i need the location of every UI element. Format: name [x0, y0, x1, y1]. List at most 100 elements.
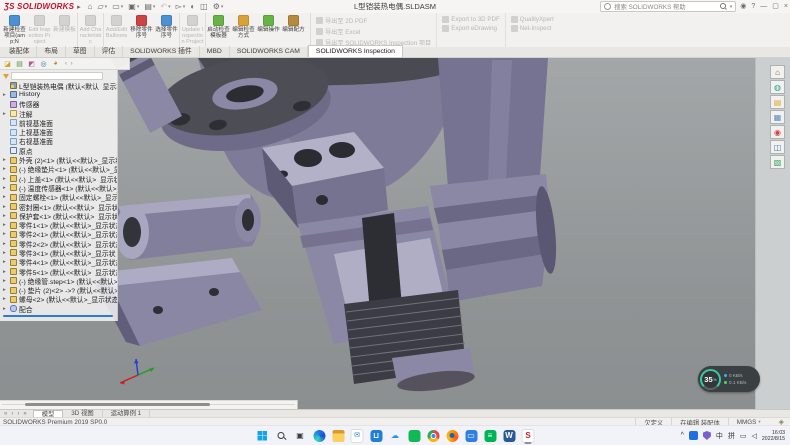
toolbar-expand-arrow[interactable]: ▸ [77, 3, 81, 11]
help-button[interactable]: ? [751, 2, 755, 11]
tab-sketch[interactable]: 草图 [66, 46, 95, 57]
expand-arrow-icon[interactable] [3, 204, 8, 210]
chrome-icon[interactable] [427, 429, 440, 442]
expand-arrow-icon[interactable] [3, 287, 8, 293]
displaymanager-tab[interactable]: ◕ [51, 59, 60, 68]
home-button[interactable]: ⌂▾ [87, 3, 94, 11]
expand-arrow-icon[interactable] [3, 92, 8, 98]
expand-arrow-icon[interactable] [3, 111, 8, 117]
start-button[interactable] [256, 429, 269, 442]
net-inspect-button[interactable]: Net-Inspect [511, 25, 554, 32]
remove-balloons-button[interactable]: 移除零件序号 [129, 13, 154, 47]
expand-arrow-icon[interactable] [3, 296, 8, 302]
tree-item[interactable]: (-) 上盖<1> (默认<<默认>_显示状 [0, 174, 117, 183]
export-edrawing-button[interactable]: Export eDrawing [442, 25, 500, 32]
open-button[interactable]: ▭▾ [111, 3, 124, 11]
resources-tab[interactable]: ⌂ [770, 65, 785, 79]
tab-mbd[interactable]: MBD [200, 46, 230, 57]
tree-filter-input[interactable] [11, 72, 103, 80]
configurationmanager-tab[interactable]: ◩ [27, 59, 36, 68]
tab-assembly[interactable]: 装配体 [2, 46, 37, 57]
orange-browser-icon[interactable] [446, 429, 459, 442]
tab-inspection[interactable]: SOLIDWORKS Inspection [308, 45, 403, 57]
task-view-button[interactable]: ▣ [294, 429, 307, 442]
tree-item[interactable]: 右视基准面 [0, 137, 117, 146]
expand-arrow-icon[interactable] [3, 259, 8, 265]
restore-button[interactable]: ▢ [772, 2, 779, 11]
tree-item[interactable]: 密封圈<1> (默认<<默认>_显示状 [0, 202, 117, 211]
print-button[interactable]: ▤▾ [143, 3, 156, 11]
taskbar-clock[interactable]: 16:03 2022/8/15 [762, 430, 785, 442]
tree-horizontal-scrollbar[interactable] [0, 400, 298, 409]
tree-item[interactable]: L型铠装热电偶 (默认<默认_显示状态-1 [0, 81, 117, 90]
edit-recipe-button[interactable]: 编辑配方 [281, 13, 306, 47]
appearances-tab[interactable]: ◉ [770, 125, 785, 139]
save-button[interactable]: ▣▾ [127, 3, 140, 11]
edit-operation-button[interactable]: 编辑操作 [256, 13, 281, 47]
expand-arrow-icon[interactable] [3, 278, 8, 284]
expand-arrow-icon[interactable] [3, 250, 8, 256]
help-search-box[interactable]: 搜索 SOLIDWORKS 帮助 ▾ [600, 1, 736, 12]
ime-mode-indicator[interactable]: 中 [716, 431, 723, 441]
volume-icon[interactable]: ◁ [752, 432, 757, 440]
onedrive-icon[interactable]: ☁ [389, 429, 402, 442]
tree-item[interactable]: 配合 [0, 304, 117, 313]
dimxpertmanager-tab[interactable]: ◎ [39, 59, 48, 68]
select-button[interactable]: ▻▾ [175, 3, 187, 11]
edit-inspection-method-button[interactable]: 编辑检查方式 [231, 13, 256, 47]
store-icon[interactable]: ⊔ [370, 429, 383, 442]
tree-item[interactable]: 前视基准面 [0, 118, 117, 127]
tree-item[interactable]: (-) 绝缘垫片<1> (默认<<默认>_显 [0, 165, 117, 174]
tab-addins[interactable]: SOLIDWORKS 插件 [123, 46, 200, 57]
export-3d-pdf-button[interactable]: Export to 3D PDF [442, 16, 500, 23]
graphics-area[interactable]: ◪▤◩◎◕ ‹ › L型铠装热电偶 (默认<默认_显示状态-1 [0, 58, 790, 409]
expand-arrow-icon[interactable] [3, 194, 8, 200]
performance-widget[interactable]: 35% 0 KB/s 0.1 KB/s [698, 366, 760, 392]
minimize-button[interactable]: — [760, 2, 767, 11]
tray-expand-icon[interactable]: ^ [681, 432, 684, 439]
search-dropdown-icon[interactable]: ▾ [730, 4, 733, 10]
expand-arrow-icon[interactable] [3, 157, 8, 163]
export-2d-pdf-button[interactable]: 导出至 2D PDF [316, 16, 431, 25]
tab-evaluate[interactable]: 评估 [95, 46, 124, 57]
expand-arrow-icon[interactable] [3, 241, 8, 247]
remote-desktop-icon[interactable]: ▭ [465, 429, 478, 442]
tree-item[interactable]: 注解 [0, 109, 117, 118]
show-hide-items-button[interactable]: ◐▾ [189, 3, 196, 11]
expand-arrow-icon[interactable] [3, 231, 8, 237]
edit-inspection-project-button[interactable]: Edit Inspection Project [27, 13, 52, 47]
options-button[interactable]: ⚙▾ [212, 3, 225, 11]
tree-item[interactable]: (-) 温度传感器<1> (默认<<默认>_ [0, 183, 117, 192]
expand-arrow-icon[interactable] [3, 176, 8, 182]
file-explorer-icon[interactable] [332, 429, 345, 442]
undo-button[interactable]: ↶▾ [159, 3, 171, 11]
ime-scheme-indicator[interactable]: 拼 [728, 431, 735, 441]
tree-item[interactable]: 零件2<2> (默认<<默认>_显示状态 [0, 239, 117, 248]
new-template-button[interactable]: 新建模板 [52, 13, 77, 47]
expand-arrow-icon[interactable] [3, 269, 8, 275]
security-shield-icon[interactable] [703, 431, 711, 440]
scrollbar-thumb[interactable] [25, 403, 210, 406]
tree-item[interactable]: 零件4<1> (默认<<默认>_显示状态 [0, 258, 117, 267]
tree-item[interactable]: 原点 [0, 146, 117, 155]
green-app-icon[interactable] [408, 429, 421, 442]
display-settings-button[interactable]: ◫▾ [199, 3, 209, 11]
tree-item[interactable]: 零件1<1> (默认<<默认>_显示状态 [0, 220, 117, 229]
tree-item[interactable]: 固定螺栓<1> (默认<<默认>_显示 [0, 193, 117, 202]
edge-icon[interactable] [313, 429, 326, 442]
tree-item[interactable]: History [0, 90, 117, 99]
forum-tab[interactable]: ▧ [770, 155, 785, 169]
tree-item[interactable]: (-) 垫片 (2)<2> ->? (默认<<默认> [0, 286, 117, 295]
update-inspection-project-button[interactable]: Update Inspection Project [179, 13, 205, 47]
cast-display-icon[interactable]: ▭ [740, 432, 747, 440]
pane-tab-scroll-arrows[interactable]: ‹ › [65, 61, 74, 67]
export-excel-button[interactable]: 导出至 Excel [316, 27, 431, 36]
tree-item[interactable]: 零件5<1> (默认<<默认>_显示状态 [0, 267, 117, 276]
add-characteristic-button[interactable]: Add Characteristic [77, 13, 103, 47]
custom-properties-tab[interactable]: ◫ [770, 140, 785, 154]
tree-item[interactable]: 保护套<1> (默认<<默认>_显示状 [0, 211, 117, 220]
tree-item[interactable]: 上视基准面 [0, 127, 117, 136]
tree-item[interactable]: 零件2<1> (默认<<默认>_显示状态 [0, 230, 117, 239]
featuremanager-tab[interactable]: ◪ [3, 59, 12, 68]
login-button[interactable]: ◉ [740, 2, 746, 11]
